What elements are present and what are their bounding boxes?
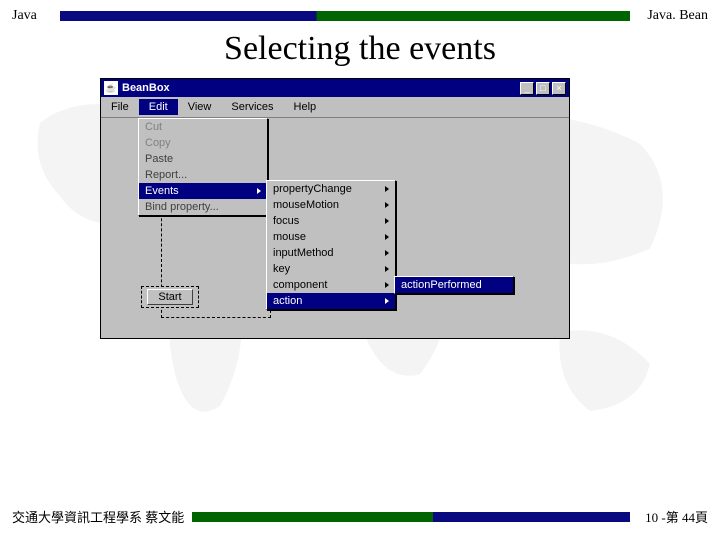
action-actionperformed[interactable]: actionPerformed bbox=[395, 277, 513, 293]
event-component[interactable]: component bbox=[267, 277, 395, 293]
page-title: Selecting the events bbox=[0, 30, 720, 68]
minimize-button[interactable]: _ bbox=[520, 82, 534, 95]
window-title: BeanBox bbox=[122, 82, 518, 94]
action-submenu: actionPerformed bbox=[394, 276, 514, 294]
submenu-arrow-icon bbox=[385, 250, 389, 256]
event-key[interactable]: key bbox=[267, 261, 395, 277]
menu-help[interactable]: Help bbox=[284, 99, 327, 115]
event-mouse[interactable]: mouse bbox=[267, 229, 395, 245]
menu-file[interactable]: File bbox=[101, 99, 139, 115]
events-submenu: propertyChange mouseMotion focus mouse i… bbox=[266, 180, 396, 310]
edit-paste[interactable]: Paste bbox=[139, 151, 267, 167]
submenu-arrow-icon bbox=[385, 266, 389, 272]
menubar: File Edit View Services Help bbox=[101, 97, 569, 118]
beanbox-window: ☕ BeanBox _ □ × File Edit View Services … bbox=[100, 78, 580, 339]
beanbox-canvas[interactable]: Start Cut Copy Paste Report... Events Bi… bbox=[101, 118, 569, 338]
event-propertychange[interactable]: propertyChange bbox=[267, 181, 395, 197]
submenu-arrow-icon bbox=[385, 218, 389, 224]
submenu-arrow-icon bbox=[385, 282, 389, 288]
submenu-arrow-icon bbox=[257, 188, 261, 194]
edit-cut[interactable]: Cut bbox=[139, 119, 267, 135]
footer-divider bbox=[192, 512, 630, 522]
close-button[interactable]: × bbox=[552, 82, 566, 95]
event-mousemotion[interactable]: mouseMotion bbox=[267, 197, 395, 213]
submenu-arrow-icon bbox=[385, 298, 389, 304]
start-bean[interactable]: Start bbox=[141, 286, 199, 308]
edit-events[interactable]: Events bbox=[139, 183, 267, 199]
header-divider bbox=[60, 11, 630, 21]
menu-edit[interactable]: Edit bbox=[139, 99, 178, 115]
submenu-arrow-icon bbox=[385, 234, 389, 240]
event-inputmethod[interactable]: inputMethod bbox=[267, 245, 395, 261]
maximize-button[interactable]: □ bbox=[536, 82, 550, 95]
window-titlebar[interactable]: ☕ BeanBox _ □ × bbox=[101, 79, 569, 97]
submenu-arrow-icon bbox=[385, 202, 389, 208]
event-action[interactable]: action bbox=[267, 293, 395, 309]
edit-report[interactable]: Report... bbox=[139, 167, 267, 183]
edit-menu-dropdown: Cut Copy Paste Report... Events Bind pro… bbox=[138, 118, 268, 216]
footer-right-label: 10 -第 44頁 bbox=[638, 507, 708, 526]
start-button-label: Start bbox=[147, 289, 192, 305]
footer-left-label: 交通大學資訊工程學系 蔡文能 bbox=[12, 507, 184, 526]
edit-copy[interactable]: Copy bbox=[139, 135, 267, 151]
edit-bind-property[interactable]: Bind property... bbox=[139, 199, 267, 215]
submenu-arrow-icon bbox=[385, 186, 389, 192]
menu-services[interactable]: Services bbox=[221, 99, 283, 115]
java-cup-icon: ☕ bbox=[104, 81, 118, 95]
header-left-label: Java bbox=[12, 8, 52, 24]
menu-view[interactable]: View bbox=[178, 99, 222, 115]
event-focus[interactable]: focus bbox=[267, 213, 395, 229]
header-right-label: Java. Bean bbox=[638, 8, 708, 24]
